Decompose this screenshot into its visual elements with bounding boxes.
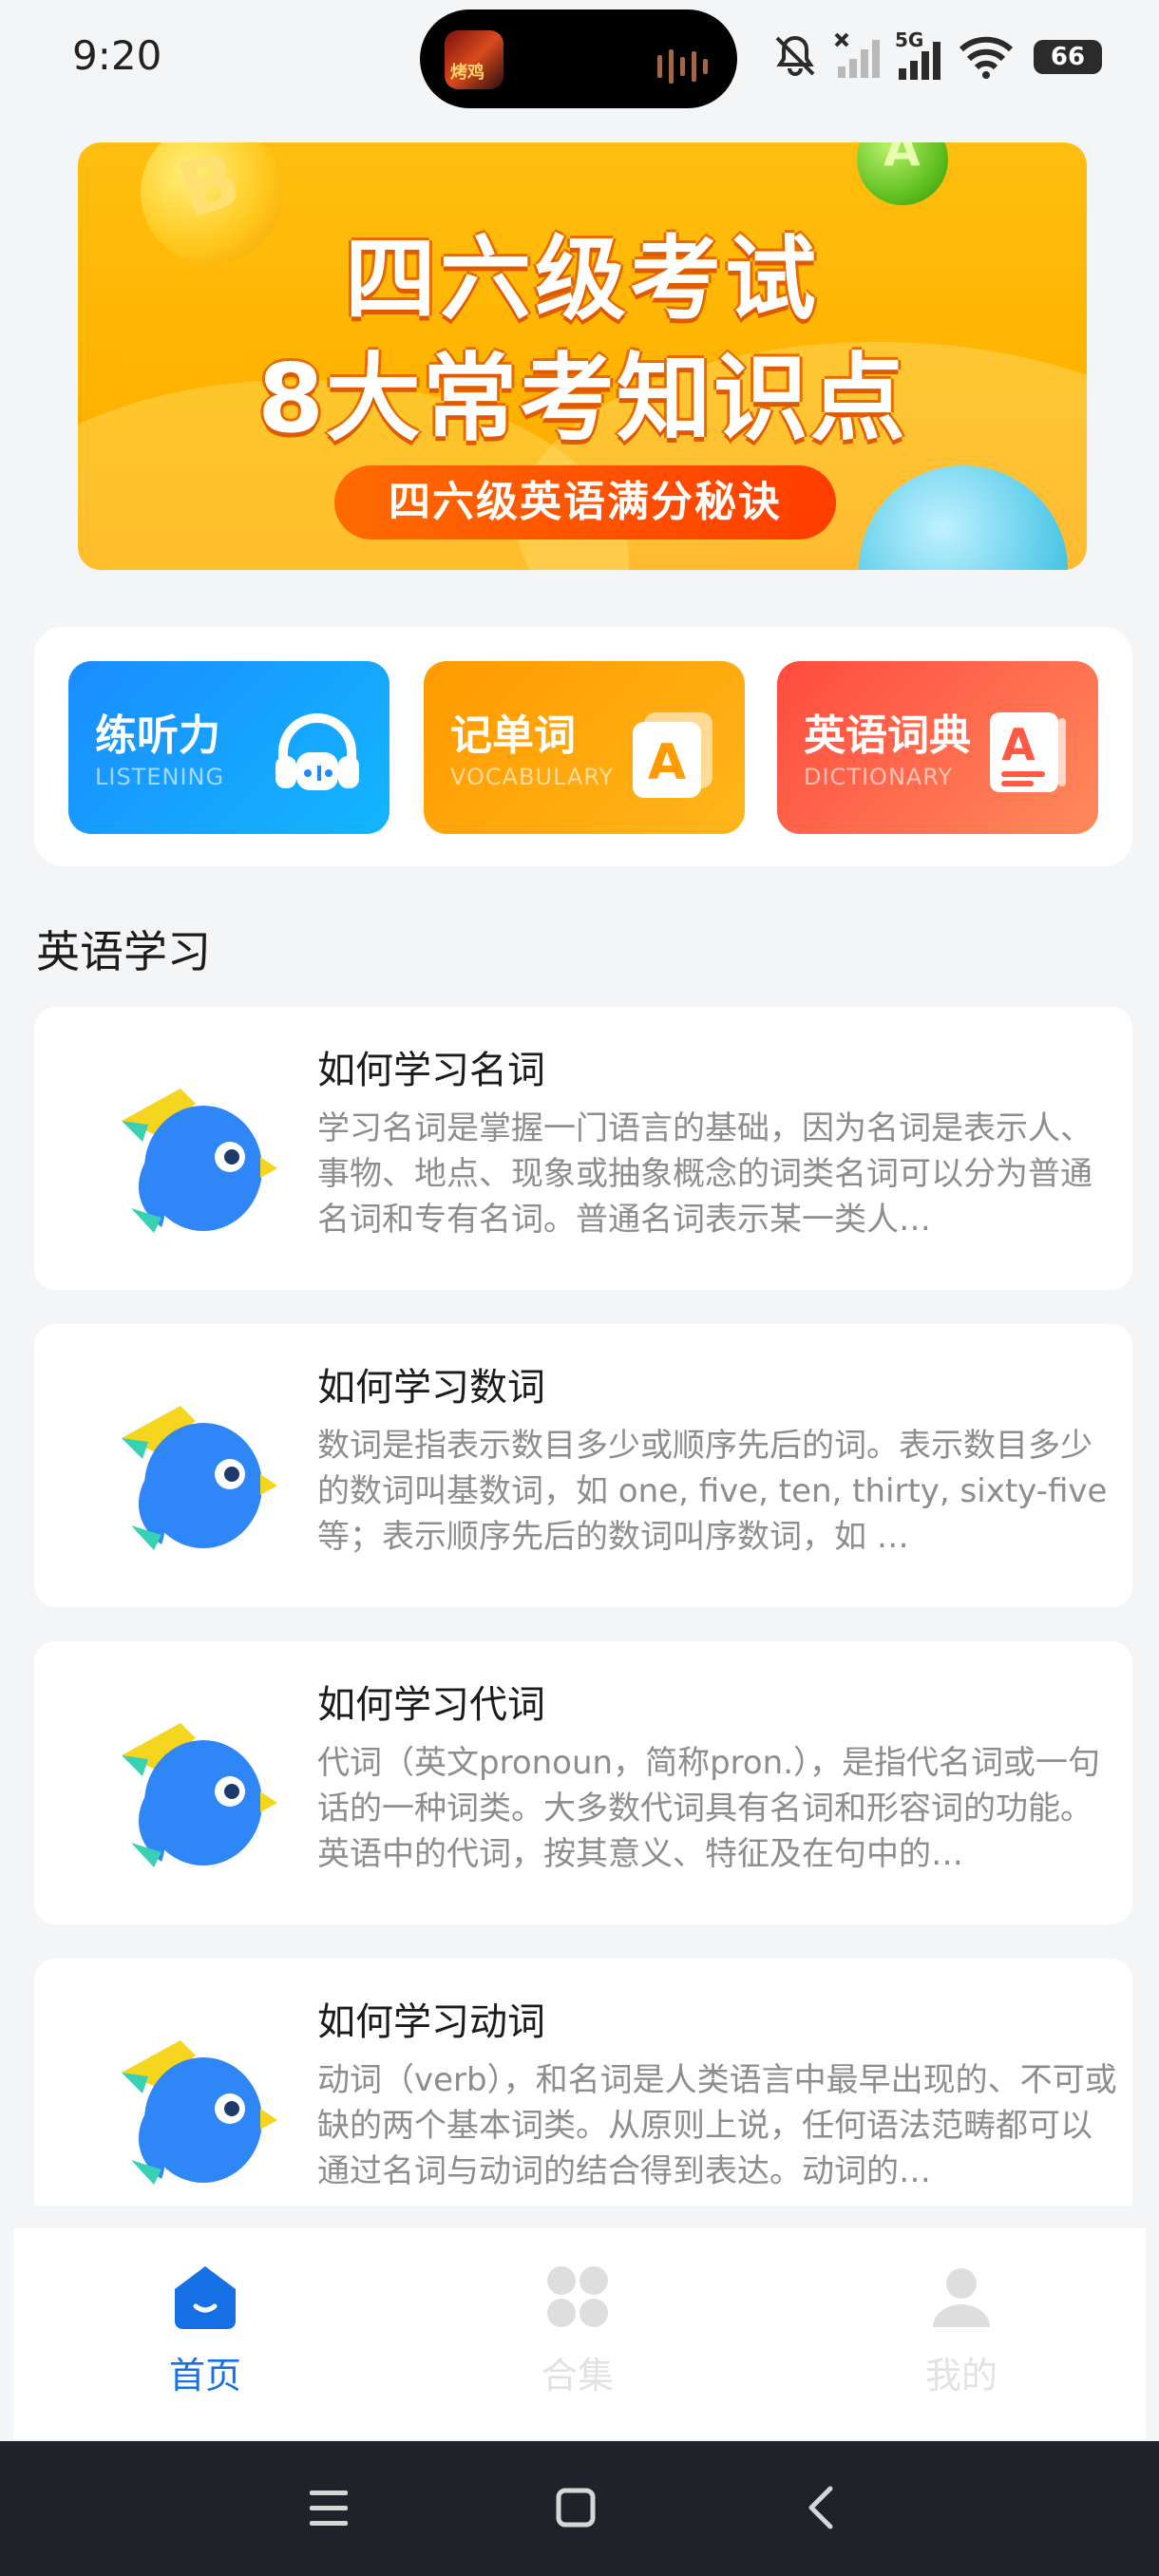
mute-icon: [775, 35, 815, 76]
list-item[interactable]: 如何学习数词 数词是指表示数目多少或顺序先后的词。表示数目多少的数词叫基数词，如…: [34, 1324, 1132, 1607]
banner-ball-a: A: [857, 142, 948, 205]
nav-label: 合集: [541, 2355, 614, 2396]
promo-banner[interactable]: B A 四六级考试 8大常考知识点 四六级英语满分秘诀: [78, 142, 1087, 570]
article-title: 如何学习动词: [317, 2000, 545, 2044]
article-summary: 动词（verb），和名词是人类语言中最早出现的、不可或缺的两个基本词类。从原则上…: [317, 2061, 1117, 2190]
banner-title-line2: 8大常考知识点: [257, 343, 907, 454]
list-item[interactable]: 如何学习动词 动词（verb），和名词是人类语言中最早出现的、不可或缺的两个基本…: [34, 1959, 1132, 2206]
tile-subtitle: DICTIONARY: [804, 764, 954, 790]
article-summary: 代词（英文pronoun，简称pron.），是指代名词或一句话的一种词类。大多数…: [317, 1744, 1101, 1873]
dynamic-island[interactable]: 烤鸡: [420, 9, 737, 108]
collection-grid-icon: [547, 2266, 608, 2327]
home-square-icon[interactable]: [545, 2477, 606, 2538]
list-item[interactable]: 如何学习名词 学习名词是掌握一门语言的基础，因为名词是表示人、事物、地点、现象或…: [34, 1007, 1132, 1290]
media-thumbnail-text: 烤鸡: [450, 63, 484, 83]
section-title: 英语学习: [36, 926, 211, 977]
menu-icon[interactable]: [298, 2477, 359, 2538]
nav-profile[interactable]: 我的: [866, 2263, 1056, 2415]
feature-tiles-card: 练听力 LISTENING 记单词 VOCABULARY A 英语词典 DICT…: [34, 627, 1132, 866]
tile-subtitle: LISTENING: [95, 764, 225, 790]
wifi-icon: [960, 36, 1013, 79]
nav-collection[interactable]: 合集: [483, 2263, 673, 2415]
tile-listening[interactable]: 练听力 LISTENING: [68, 661, 390, 834]
bird-mascot-icon: [122, 1406, 277, 1550]
banner-pill: 四六级英语满分秘诀: [334, 465, 836, 540]
dictionary-book-icon: A: [990, 712, 1066, 792]
tile-subtitle: VOCABULARY: [450, 764, 615, 790]
tile-title: 英语词典: [804, 711, 971, 760]
home-icon: [175, 2266, 236, 2329]
bird-mascot-icon: [122, 1723, 277, 1867]
article-title: 如何学习代词: [317, 1683, 545, 1727]
profile-icon: [933, 2268, 990, 2327]
article-title: 如何学习名词: [317, 1049, 545, 1092]
system-navigation-bar: [0, 2441, 1159, 2576]
headphones-icon: [276, 713, 359, 790]
back-icon[interactable]: [792, 2477, 853, 2538]
battery-indicator: 66: [1034, 40, 1102, 74]
signal-no-sim-icon: [834, 32, 880, 78]
list-item[interactable]: 如何学习代词 代词（英文pronoun，简称pron.），是指代名词或一句话的一…: [34, 1641, 1132, 1924]
article-title: 如何学习数词: [317, 1366, 545, 1410]
nav-label: 我的: [924, 2355, 998, 2396]
article-summary: 数词是指表示数目多少或顺序先后的词。表示数目多少的数词叫基数词，如 one, f…: [317, 1427, 1108, 1556]
bird-mascot-icon: [122, 1089, 277, 1233]
article-list[interactable]: 如何学习名词 学习名词是掌握一门语言的基础，因为名词是表示人、事物、地点、现象或…: [0, 1007, 1159, 2206]
signal-icon: [899, 42, 940, 80]
status-icons: 5G 66: [770, 27, 1102, 84]
tile-title: 记单词: [450, 711, 576, 760]
nav-home[interactable]: 首页: [110, 2263, 300, 2415]
media-thumbnail[interactable]: 烤鸡: [445, 30, 504, 89]
letter-card-icon: A: [633, 712, 712, 798]
tile-dictionary[interactable]: 英语词典 DICTIONARY A: [777, 661, 1098, 834]
svg-text:A: A: [648, 734, 686, 791]
banner-ball-a-letter: A: [884, 142, 921, 177]
article-summary: 学习名词是掌握一门语言的基础，因为名词是表示人、事物、地点、现象或抽象概念的词类…: [317, 1109, 1092, 1239]
tile-vocabulary[interactable]: 记单词 VOCABULARY A: [424, 661, 745, 834]
audio-wave-icon: [657, 49, 708, 84]
bottom-navigation: 首页 合集 我的: [13, 2228, 1146, 2439]
banner-title-line1: 四六级考试: [345, 226, 820, 332]
status-bar: 9:20 烤鸡 5G 66: [0, 0, 1159, 114]
nav-label: 首页: [168, 2355, 241, 2396]
svg-text:A: A: [1001, 719, 1036, 770]
bird-mascot-icon: [122, 2040, 277, 2185]
tile-title: 练听力: [95, 711, 220, 760]
status-time: 9:20: [72, 32, 162, 79]
